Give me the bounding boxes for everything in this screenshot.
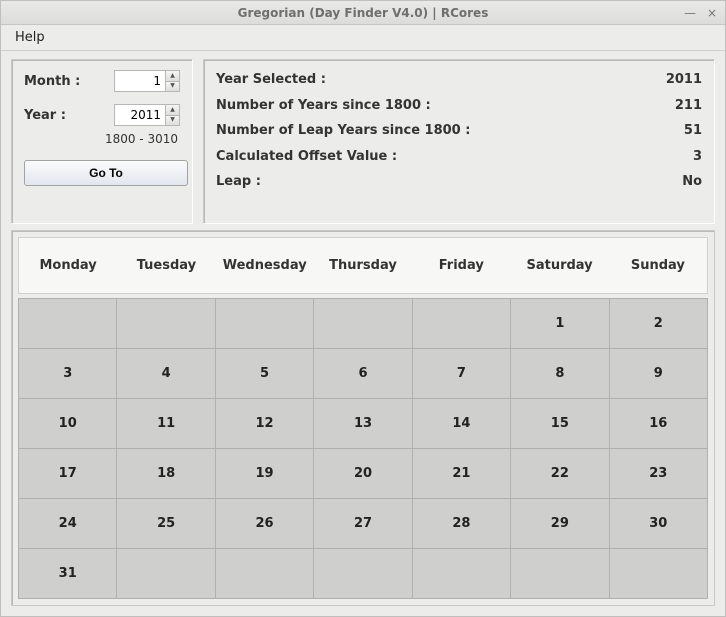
calendar-cell[interactable]: 27 bbox=[314, 499, 412, 549]
calendar-cell[interactable] bbox=[314, 549, 412, 599]
calendar-cell[interactable] bbox=[610, 549, 708, 599]
month-row: Month : ▲ ▼ bbox=[24, 70, 180, 92]
calendar-cell[interactable] bbox=[413, 549, 511, 599]
info-value: 2011 bbox=[666, 70, 702, 90]
calendar-cell[interactable]: 23 bbox=[610, 449, 708, 499]
calendar-cell[interactable]: 10 bbox=[19, 399, 117, 449]
calendar-cell[interactable]: 16 bbox=[610, 399, 708, 449]
calendar-cell[interactable]: 26 bbox=[216, 499, 314, 549]
calendar-cell[interactable] bbox=[117, 299, 215, 349]
calendar-header: Monday Tuesday Wednesday Thursday Friday… bbox=[18, 237, 708, 294]
calendar-cell[interactable]: 28 bbox=[413, 499, 511, 549]
year-spinner: ▲ ▼ bbox=[114, 104, 180, 126]
calendar-cell[interactable]: 17 bbox=[19, 449, 117, 499]
day-header: Wednesday bbox=[216, 238, 314, 293]
info-leap-years: Number of Leap Years since 1800 : 51 bbox=[216, 121, 702, 141]
info-value: 211 bbox=[675, 96, 702, 116]
calendar-cell[interactable]: 14 bbox=[413, 399, 511, 449]
calendar-cell[interactable]: 31 bbox=[19, 549, 117, 599]
calendar-cell[interactable]: 6 bbox=[314, 349, 412, 399]
calendar-cell[interactable]: 21 bbox=[413, 449, 511, 499]
month-label: Month : bbox=[24, 74, 84, 89]
month-spinner: ▲ ▼ bbox=[114, 70, 180, 92]
menu-help[interactable]: Help bbox=[7, 26, 53, 49]
content-area: Month : ▲ ▼ Year : ▲ bbox=[1, 51, 725, 616]
calendar-cell[interactable]: 7 bbox=[413, 349, 511, 399]
calendar-cell[interactable]: 24 bbox=[19, 499, 117, 549]
info-value: 51 bbox=[684, 121, 702, 141]
day-header: Monday bbox=[19, 238, 117, 293]
calendar-cell[interactable] bbox=[117, 549, 215, 599]
window-controls: — × bbox=[683, 1, 719, 24]
year-spin-up[interactable]: ▲ bbox=[166, 104, 180, 116]
calendar-cell[interactable]: 20 bbox=[314, 449, 412, 499]
calendar-grid: 1234567891011121314151617181920212223242… bbox=[18, 298, 708, 599]
calendar-cell[interactable]: 8 bbox=[511, 349, 609, 399]
info-offset: Calculated Offset Value : 3 bbox=[216, 147, 702, 167]
info-value: 3 bbox=[693, 147, 702, 167]
calendar-panel: Monday Tuesday Wednesday Thursday Friday… bbox=[11, 230, 715, 606]
calendar-cell[interactable]: 19 bbox=[216, 449, 314, 499]
year-row: Year : ▲ ▼ bbox=[24, 104, 180, 126]
calendar-cell[interactable]: 22 bbox=[511, 449, 609, 499]
day-header: Sunday bbox=[609, 238, 707, 293]
day-header: Saturday bbox=[510, 238, 608, 293]
window-title: Gregorian (Day Finder V4.0) | RCores bbox=[1, 6, 725, 20]
calendar-cell[interactable]: 3 bbox=[19, 349, 117, 399]
info-panel: Year Selected : 2011 Number of Years sin… bbox=[203, 59, 715, 224]
top-row: Month : ▲ ▼ Year : ▲ bbox=[11, 59, 715, 224]
calendar-cell[interactable]: 25 bbox=[117, 499, 215, 549]
month-input[interactable] bbox=[114, 70, 166, 92]
calendar-cell[interactable]: 12 bbox=[216, 399, 314, 449]
info-year-selected: Year Selected : 2011 bbox=[216, 70, 702, 90]
calendar-cell[interactable] bbox=[511, 549, 609, 599]
goto-button[interactable]: Go To bbox=[24, 160, 188, 186]
month-spin-down[interactable]: ▼ bbox=[166, 82, 180, 93]
calendar-cell[interactable]: 29 bbox=[511, 499, 609, 549]
calendar-cell[interactable]: 18 bbox=[117, 449, 215, 499]
calendar-cell[interactable]: 5 bbox=[216, 349, 314, 399]
menubar: Help bbox=[1, 25, 725, 51]
info-label: Leap : bbox=[216, 172, 261, 192]
info-leap: Leap : No bbox=[216, 172, 702, 192]
year-range-hint: 1800 - 3010 bbox=[24, 132, 180, 146]
month-spin-up[interactable]: ▲ bbox=[166, 70, 180, 82]
input-panel: Month : ▲ ▼ Year : ▲ bbox=[11, 59, 193, 224]
info-years-since: Number of Years since 1800 : 211 bbox=[216, 96, 702, 116]
calendar-cell[interactable]: 1 bbox=[511, 299, 609, 349]
info-value: No bbox=[682, 172, 702, 192]
calendar-cell[interactable] bbox=[216, 299, 314, 349]
titlebar: Gregorian (Day Finder V4.0) | RCores — × bbox=[1, 1, 725, 25]
day-header: Friday bbox=[412, 238, 510, 293]
year-input[interactable] bbox=[114, 104, 166, 126]
info-label: Number of Leap Years since 1800 : bbox=[216, 121, 470, 141]
minimize-icon[interactable]: — bbox=[683, 6, 697, 20]
calendar-cell[interactable]: 13 bbox=[314, 399, 412, 449]
calendar-cell[interactable]: 2 bbox=[610, 299, 708, 349]
day-header: Thursday bbox=[314, 238, 412, 293]
day-header: Tuesday bbox=[117, 238, 215, 293]
calendar-cell[interactable]: 30 bbox=[610, 499, 708, 549]
calendar-cell[interactable]: 11 bbox=[117, 399, 215, 449]
calendar-cell[interactable] bbox=[413, 299, 511, 349]
calendar-cell[interactable] bbox=[216, 549, 314, 599]
calendar-cell[interactable]: 4 bbox=[117, 349, 215, 399]
close-icon[interactable]: × bbox=[705, 6, 719, 20]
app-window: Gregorian (Day Finder V4.0) | RCores — ×… bbox=[0, 0, 726, 617]
info-label: Calculated Offset Value : bbox=[216, 147, 397, 167]
year-spin-down[interactable]: ▼ bbox=[166, 116, 180, 127]
calendar-cell[interactable]: 9 bbox=[610, 349, 708, 399]
calendar-cell[interactable]: 15 bbox=[511, 399, 609, 449]
info-label: Number of Years since 1800 : bbox=[216, 96, 431, 116]
calendar-cell[interactable] bbox=[314, 299, 412, 349]
calendar-cell[interactable] bbox=[19, 299, 117, 349]
info-label: Year Selected : bbox=[216, 70, 326, 90]
year-label: Year : bbox=[24, 108, 84, 123]
